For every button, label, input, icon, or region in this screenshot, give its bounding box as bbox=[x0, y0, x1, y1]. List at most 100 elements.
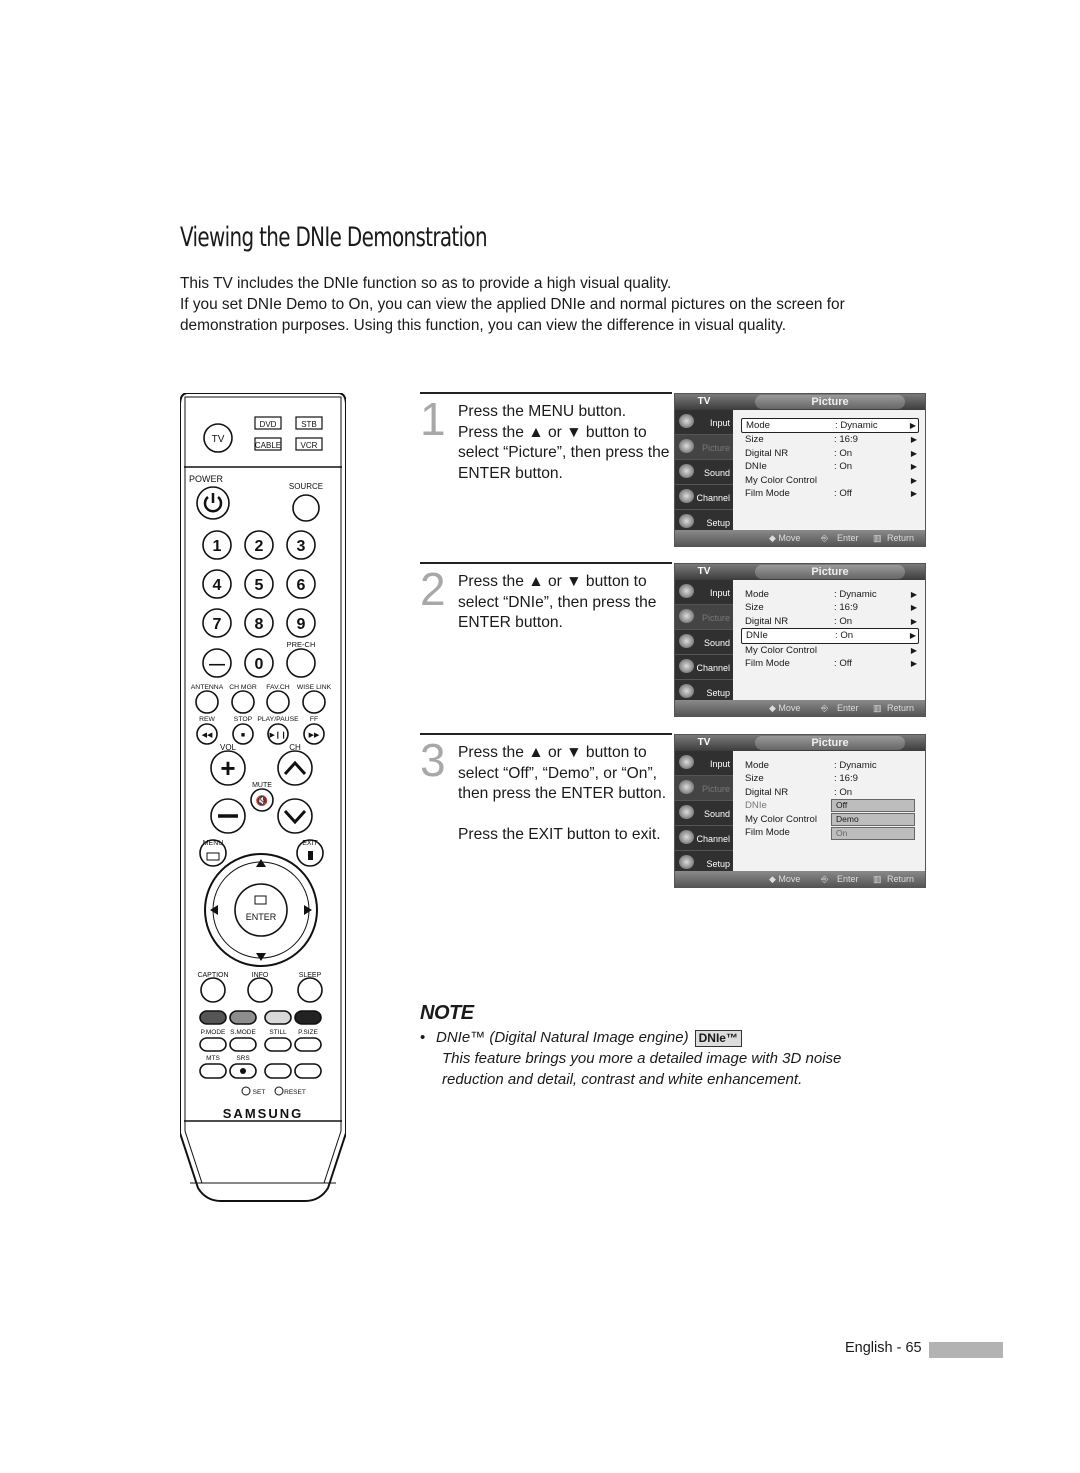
osd-item-value: : Off bbox=[834, 487, 852, 499]
step-text: Press the MENU button. bbox=[458, 403, 627, 420]
transport-label: FF bbox=[310, 716, 318, 723]
osd-menu-item[interactable]: Digital NR: On ▶ bbox=[741, 615, 919, 628]
channel-up-button[interactable] bbox=[277, 750, 313, 786]
osd-menu-item[interactable]: My Color Control ▶ bbox=[741, 474, 919, 487]
osd-item-label: DNIe bbox=[746, 630, 768, 642]
osd-item-value: : On bbox=[834, 447, 853, 459]
osd-menu-item[interactable]: Mode: Dynamic ▶ bbox=[741, 588, 919, 601]
osd-menu-item[interactable]: Film Mode: Off ▶ bbox=[741, 487, 919, 500]
osd-menu-title: Picture bbox=[755, 395, 905, 409]
color-button-3[interactable] bbox=[264, 1010, 292, 1025]
osd-enter-hint: Enter bbox=[837, 874, 859, 884]
mute-label: MUTE bbox=[252, 782, 272, 789]
digit-button-blank[interactable] bbox=[286, 648, 316, 678]
osd-item-label: Digital NR bbox=[745, 786, 789, 798]
digit-label: 3 bbox=[297, 538, 306, 555]
osd-side-item-channel[interactable]: Channel bbox=[675, 826, 733, 851]
color-button-2[interactable] bbox=[229, 1010, 257, 1025]
row-label: FAV.CH bbox=[266, 684, 290, 691]
samsung-logo: SAMSUNG bbox=[223, 1106, 303, 1121]
fast-forward-icon: ▶▶ bbox=[309, 732, 320, 739]
osd-menu-item[interactable]: Size: 16:9 ▶ bbox=[741, 601, 919, 614]
osd-side-item-picture[interactable]: Picture bbox=[675, 435, 733, 460]
return-icon: ▥ bbox=[873, 703, 882, 713]
power-label: POWER bbox=[189, 474, 224, 484]
footer-bar bbox=[929, 1342, 1003, 1358]
osd-menu-item[interactable]: Mode: Dynamic ▶ bbox=[741, 418, 919, 434]
osd-dropdown-option[interactable]: Off bbox=[831, 799, 915, 812]
osd-menu-item[interactable]: Digital NR: On bbox=[741, 786, 919, 799]
color-button-label: S.MODE bbox=[230, 1029, 256, 1036]
set-button[interactable] bbox=[241, 1086, 251, 1096]
osd-menu-item[interactable]: DNIe: On ▶ bbox=[741, 628, 919, 644]
arrow-right-icon: ▶ bbox=[910, 462, 917, 472]
color-button-4[interactable] bbox=[294, 1010, 322, 1025]
osd-dropdown-option[interactable]: Demo bbox=[831, 813, 915, 826]
bottom-button-1[interactable] bbox=[199, 1063, 227, 1079]
wise-link-button[interactable] bbox=[302, 690, 326, 714]
osd-menu-item[interactable]: Film Mode: Off ▶ bbox=[741, 657, 919, 670]
p-size-button[interactable] bbox=[294, 1037, 322, 1052]
osd-menu-item[interactable]: My Color Control ▶ bbox=[741, 644, 919, 657]
sound-icon bbox=[679, 634, 694, 648]
osd-side-item-picture[interactable]: Picture bbox=[675, 776, 733, 801]
channel-icon bbox=[679, 489, 694, 503]
source-button[interactable] bbox=[292, 494, 320, 522]
bottom-button-label: MTS bbox=[206, 1055, 220, 1062]
osd-side-item-input[interactable]: Input bbox=[675, 580, 733, 605]
osd-dropdown-option[interactable]: On bbox=[831, 827, 915, 840]
reset-button[interactable] bbox=[274, 1086, 284, 1096]
note-heading: NOTE bbox=[420, 1002, 474, 1024]
osd-menu-item[interactable]: DNIe: On ▶ bbox=[741, 460, 919, 473]
enter-button[interactable] bbox=[234, 883, 288, 937]
osd-side-label: Setup bbox=[706, 859, 730, 869]
dvd-label: DVD bbox=[260, 420, 277, 429]
osd-item-value: : Dynamic bbox=[835, 420, 878, 431]
osd-item-label: Film Mode bbox=[745, 487, 790, 499]
osd-item-label: My Color Control bbox=[745, 644, 817, 656]
note-text: This feature brings you more a detailed … bbox=[442, 1050, 842, 1088]
bottom-button-4[interactable] bbox=[294, 1063, 322, 1079]
caption-button[interactable] bbox=[200, 977, 226, 1003]
osd-menu-title: Picture bbox=[755, 736, 905, 750]
osd-menu-item[interactable]: Digital NR: On ▶ bbox=[741, 447, 919, 460]
osd-side-item-channel[interactable]: Channel bbox=[675, 485, 733, 510]
osd-item-label: My Color Control bbox=[745, 813, 817, 825]
p-mode-button[interactable] bbox=[199, 1037, 227, 1052]
intro-line: If you set DNIe Demo to On, you can view… bbox=[180, 296, 845, 334]
s-mode-button[interactable] bbox=[229, 1037, 257, 1052]
osd-side-item-picture[interactable]: Picture bbox=[675, 605, 733, 630]
ch-mgr-button[interactable] bbox=[231, 690, 255, 714]
osd-side-item-input[interactable]: Input bbox=[675, 751, 733, 776]
osd-side-item-sound[interactable]: Sound bbox=[675, 801, 733, 826]
osd-item-label: Mode bbox=[745, 760, 769, 771]
still-button[interactable] bbox=[264, 1037, 292, 1052]
row-label: CH MGR bbox=[229, 684, 257, 691]
step-2: 2 Press the ▲ or ▼ button to select “DNI… bbox=[420, 562, 672, 732]
osd-side-label: Picture bbox=[701, 443, 730, 453]
osd-menu-item[interactable]: Size: 16:9 bbox=[741, 772, 919, 785]
color-button-label: P.MODE bbox=[201, 1029, 226, 1036]
color-button-1[interactable] bbox=[199, 1010, 227, 1025]
osd-side-item-sound[interactable]: Sound bbox=[675, 630, 733, 655]
source-label: SOURCE bbox=[289, 482, 323, 491]
info-button[interactable] bbox=[247, 977, 273, 1003]
step-number: 2 bbox=[420, 563, 446, 615]
vcr-label: VCR bbox=[301, 441, 318, 450]
channel-down-button[interactable] bbox=[277, 798, 313, 834]
antenna-button[interactable] bbox=[195, 690, 219, 714]
osd-side-menu: Input Picture Sound Channel Setup bbox=[675, 751, 733, 876]
osd-item-value: : 16:9 bbox=[834, 773, 859, 785]
osd-menu-item[interactable]: Mode: Dynamic bbox=[741, 759, 919, 772]
osd-side-item-channel[interactable]: Channel bbox=[675, 655, 733, 680]
osd-menu-item[interactable]: Size: 16:9 ▶ bbox=[741, 433, 919, 446]
osd-side-item-sound[interactable]: Sound bbox=[675, 460, 733, 485]
osd-side-item-input[interactable]: Input bbox=[675, 410, 733, 435]
fav-ch-button[interactable] bbox=[266, 690, 290, 714]
osd-footer: ◆ Move ⎆ Enter ▥ Return bbox=[675, 871, 925, 887]
channel-icon bbox=[679, 830, 694, 844]
bottom-button-3[interactable] bbox=[264, 1063, 292, 1079]
sleep-button[interactable] bbox=[297, 977, 323, 1003]
osd-item-label: Size bbox=[745, 602, 764, 614]
osd-side-label: Input bbox=[709, 418, 730, 428]
